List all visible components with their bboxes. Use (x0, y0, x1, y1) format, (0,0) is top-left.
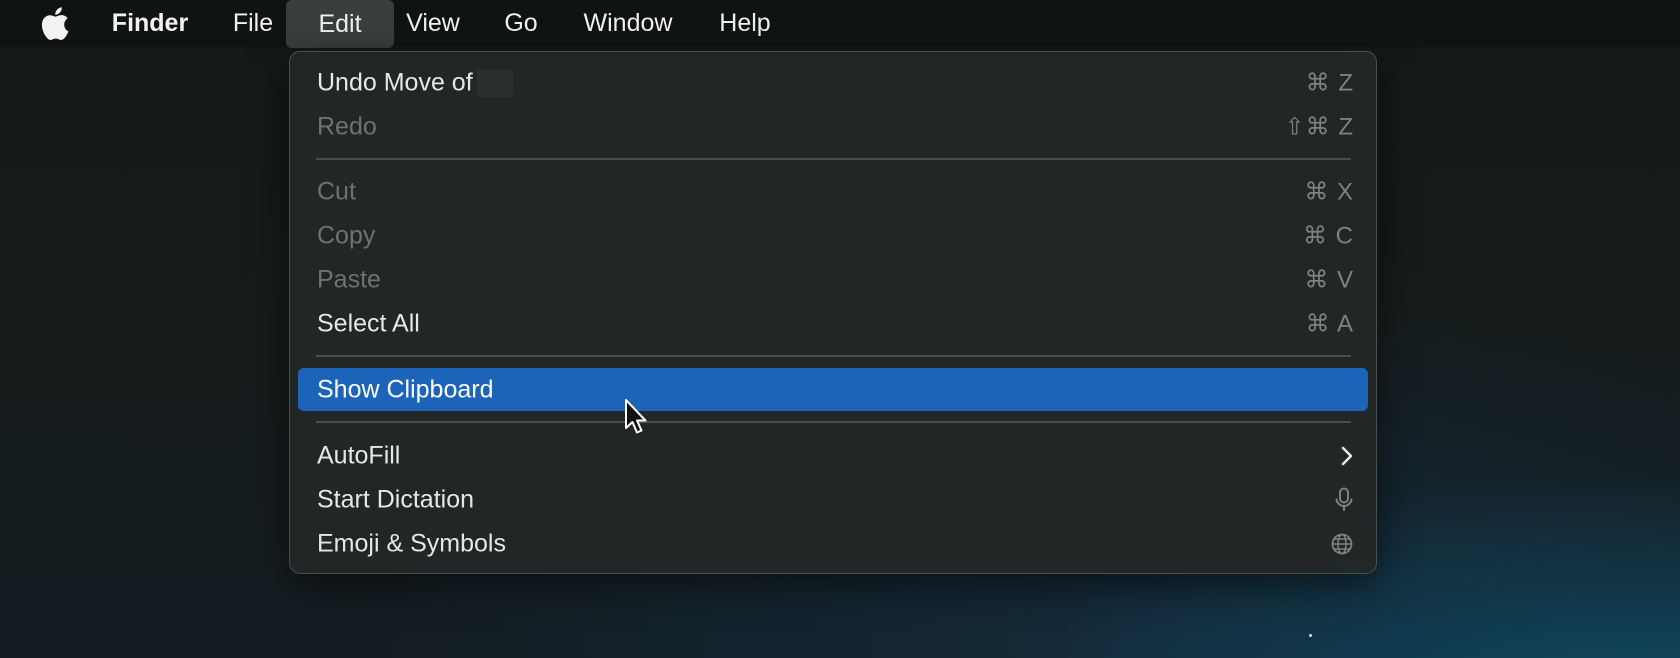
menu-item-label: Emoji & Symbols (317, 529, 506, 557)
menu-item-label: Select All (317, 309, 420, 337)
menu-file[interactable]: File (221, 0, 285, 47)
menu-item-label: Redo (317, 112, 377, 140)
menu-item-undo[interactable]: Undo Move of ⌘ Z (298, 61, 1368, 104)
menu-separator (316, 421, 1351, 423)
globe-icon (1330, 532, 1354, 556)
menu-item-select-all[interactable]: Select All ⌘ A (298, 302, 1368, 345)
desktop-star (1309, 634, 1312, 637)
menu-separator (316, 158, 1351, 160)
edit-menu-dropdown: Undo Move of ⌘ Z Redo ⇧⌘ Z Cut ⌘ X Copy … (289, 51, 1377, 574)
menu-item-copy: Copy ⌘ C (298, 214, 1368, 257)
menu-edit[interactable]: Edit (286, 0, 394, 48)
menu-finder[interactable]: Finder (100, 0, 200, 47)
menu-item-start-dictation[interactable]: Start Dictation (298, 478, 1368, 521)
menu-item-show-clipboard[interactable]: Show Clipboard (298, 368, 1368, 411)
menu-item-emoji-symbols[interactable]: Emoji & Symbols (298, 522, 1368, 565)
shortcut-label: ⌘ V (1304, 266, 1354, 293)
shortcut-label: ⇧⌘ Z (1284, 113, 1354, 140)
menu-item-paste: Paste ⌘ V (298, 258, 1368, 301)
chevron-right-icon (1340, 445, 1354, 467)
menu-item-redo: Redo ⇧⌘ Z (298, 105, 1368, 148)
menu-separator (316, 355, 1351, 357)
shortcut-label: ⌘ C (1303, 222, 1354, 249)
menu-view[interactable]: View (396, 0, 470, 47)
menu-item-cut: Cut ⌘ X (298, 170, 1368, 213)
menu-bar: Finder File Edit View Go Window Help (0, 0, 1680, 48)
mouse-cursor-icon (624, 398, 650, 436)
menu-item-label: Undo Move of (317, 67, 473, 96)
shortcut-label: ⌘ X (1304, 178, 1354, 205)
menu-item-autofill[interactable]: AutoFill (298, 434, 1368, 477)
menu-item-label: Show Clipboard (317, 375, 494, 403)
menu-item-label: Paste (317, 265, 381, 293)
menu-item-label: Copy (317, 221, 376, 249)
menu-window[interactable]: Window (575, 0, 681, 47)
microphone-icon (1334, 487, 1354, 513)
menu-help[interactable]: Help (713, 0, 777, 47)
menu-go[interactable]: Go (496, 0, 546, 47)
menu-item-label: Cut (317, 177, 356, 205)
shortcut-label: ⌘ Z (1305, 69, 1354, 96)
redacted-filename (476, 69, 513, 98)
shortcut-label: ⌘ A (1305, 310, 1354, 337)
apple-logo-icon[interactable] (38, 7, 72, 40)
menu-item-label: AutoFill (317, 441, 401, 469)
menu-item-label: Start Dictation (317, 485, 475, 513)
